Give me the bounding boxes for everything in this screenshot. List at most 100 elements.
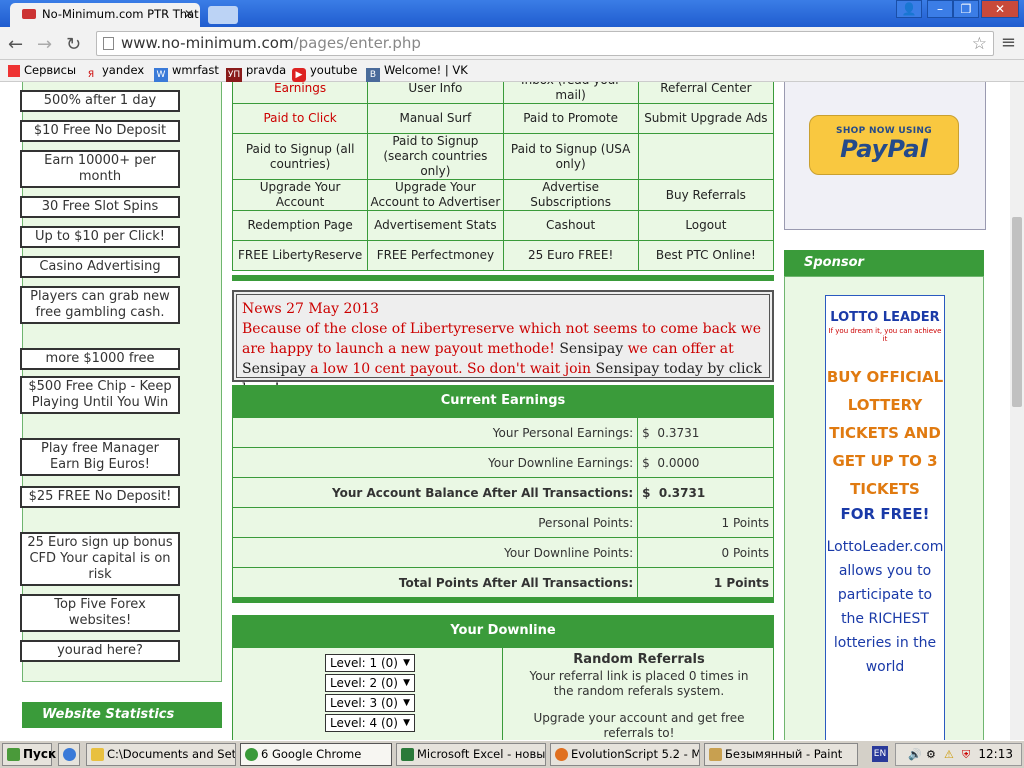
language-indicator[interactable]: EN — [872, 746, 888, 762]
divider — [232, 275, 774, 281]
earnings-label: Your Downline Points: — [231, 537, 639, 568]
menu-logout[interactable]: Logout — [637, 210, 775, 241]
sidebar-ad[interactable]: $25 FREE No Deposit! — [20, 486, 180, 508]
bookmark-services[interactable]: Сервисы — [8, 63, 76, 77]
menu-submit-upgrade-ads[interactable]: Submit Upgrade Ads — [637, 103, 775, 134]
speaker-icon[interactable]: 🔊 — [908, 744, 922, 765]
paint-icon — [709, 748, 722, 761]
close-tab-icon[interactable]: ✕ — [184, 3, 194, 25]
level-select[interactable]: Level: 2 (0) ▼ — [325, 674, 415, 692]
menu-redemption-page[interactable]: Redemption Page — [231, 210, 369, 241]
start-label: Пуск — [23, 747, 57, 761]
lotto-buy-text: BUY OFFICIAL LOTTERY TICKETS AND GET UP … — [826, 368, 944, 498]
scroll-thumb[interactable] — [1012, 217, 1022, 407]
random-referrals-title: Random Referrals — [573, 652, 705, 667]
bookmark-pravda[interactable]: УП pravda — [226, 63, 286, 82]
url-input[interactable]: www.no-minimum.com/pages/enter.php ☆ — [96, 31, 994, 56]
reload-icon[interactable]: ↻ — [66, 34, 81, 55]
new-tab-button[interactable] — [208, 6, 238, 24]
taskbar-item-firefox[interactable]: EvolutionScript 5.2 - M... — [550, 743, 700, 766]
back-icon[interactable]: ← — [8, 34, 23, 55]
bookmark-star-icon[interactable]: ☆ — [972, 33, 987, 56]
ie-quicklaunch[interactable] — [58, 743, 80, 766]
sidebar-ad[interactable]: Casino Advertising — [20, 256, 180, 278]
browser-tab[interactable]: No-Minimum.com PTR That P ✕ — [10, 3, 200, 27]
close-window-icon[interactable]: ✕ — [981, 0, 1019, 18]
menu-paid-to-click[interactable]: Paid to Click — [231, 103, 369, 134]
vertical-scrollbar[interactable] — [1010, 82, 1024, 740]
taskbar-label: 6 Google Chrome — [261, 747, 362, 761]
divider — [232, 597, 774, 603]
network-icon[interactable]: ⚙ — [926, 744, 936, 765]
paypal-banner[interactable]: SHOP NOW USING PayPal — [809, 115, 959, 175]
menu-upgrade-advertiser[interactable]: Upgrade Your Account to Advertiser — [367, 179, 504, 211]
level-select[interactable]: Level: 3 (0) ▼ — [325, 694, 415, 712]
sidebar-ad[interactable]: Players can grab new free gambling cash. — [20, 286, 180, 324]
address-toolbar: ← → ↻ www.no-minimum.com/pages/enter.php… — [0, 27, 1024, 60]
menu-earnings[interactable]: Earnings — [231, 82, 369, 104]
sidebar-ad[interactable]: $10 Free No Deposit — [20, 120, 180, 142]
bookmark-yandex[interactable]: Яyandex — [84, 63, 144, 82]
menu-buy-referrals[interactable]: Buy Referrals — [637, 179, 775, 211]
sidebar-ad[interactable]: 30 Free Slot Spins — [20, 196, 180, 218]
level-select[interactable]: Level: 4 (0) ▼ — [325, 714, 415, 732]
sidebar-ad[interactable]: $500 Free Chip - Keep Playing Until You … — [20, 376, 180, 414]
taskbar-label: C:\Documents and Sett... — [107, 747, 236, 761]
menu-best-ptc[interactable]: Best PTC Online! — [637, 240, 775, 271]
sensipay-link[interactable]: Sensipay — [559, 341, 623, 357]
menu-paid-to-signup-usa[interactable]: Paid to Signup (USA only) — [502, 133, 639, 180]
forward-icon[interactable]: → — [37, 34, 52, 55]
taskbar-item-paint[interactable]: Безымянный - Paint — [704, 743, 858, 766]
menu-advertisement-stats[interactable]: Advertisement Stats — [367, 210, 504, 241]
start-button[interactable]: Пуск — [2, 743, 56, 766]
bookmark-label: Сервисы — [24, 63, 77, 77]
menu-free-perfectmoney[interactable]: FREE Perfectmoney — [367, 240, 504, 271]
earnings-label: Your Downline Earnings: — [231, 447, 639, 478]
menu-free-libertyreserve[interactable]: FREE LibertyReserve — [231, 240, 369, 271]
bookmark-youtube[interactable]: ▶ youtube — [292, 63, 357, 82]
warning-icon[interactable]: ⚠ — [944, 744, 954, 765]
sidebar-ad[interactable]: Top Five Forex websites! — [20, 594, 180, 632]
downline-panel: Level: 1 (0) ▼ Level: 2 (0) ▼ Level: 3 (0)… — [232, 647, 774, 740]
earnings-value: $ 0.3731 — [637, 417, 774, 448]
lotto-leader-banner[interactable]: LOTTO LEADER If you dream it, you can ac… — [825, 295, 945, 740]
dropdown-arrow-icon: ▼ — [403, 718, 410, 728]
sidebar-ad[interactable]: more $1000 free — [20, 348, 180, 370]
minimize-icon[interactable]: – — [927, 0, 953, 18]
sidebar-ad[interactable]: Play free Manager Earn Big Euros! — [20, 438, 180, 476]
taskbar-item-explorer[interactable]: C:\Documents and Sett... — [86, 743, 236, 766]
chrome-menu-icon[interactable]: ≡ — [1001, 32, 1016, 53]
excel-icon — [401, 748, 414, 761]
menu-inbox[interactable]: Inbox (read your mail) — [502, 82, 639, 104]
sidebar-ad[interactable]: Earn 10000+ per month — [20, 150, 180, 188]
earnings-value: $ 0.0000 — [637, 447, 774, 478]
user-icon[interactable]: 👤 — [896, 0, 922, 18]
clock: 12:13 — [978, 747, 1013, 761]
menu-user-info[interactable]: User Info — [367, 82, 504, 104]
lotto-free-text: FOR FREE! — [840, 505, 930, 523]
sensipay-link[interactable]: Sensipay — [242, 361, 306, 377]
restore-icon[interactable]: ❐ — [953, 0, 979, 18]
taskbar-item-excel[interactable]: Microsoft Excel - новы... — [396, 743, 546, 766]
sidebar-ad[interactable]: 500% after 1 day — [20, 90, 180, 112]
bookmark-vk[interactable]: В Welcome! | VK — [366, 63, 468, 82]
menu-advertise-subscriptions[interactable]: Advertise Subscriptions — [502, 179, 639, 211]
sidebar-ad[interactable]: Up to $10 per Click! — [20, 226, 180, 248]
menu-paid-to-promote[interactable]: Paid to Promote — [502, 103, 639, 134]
menu-25-euro-free[interactable]: 25 Euro FREE! — [502, 240, 639, 271]
earnings-value: 0 Points — [637, 537, 774, 568]
earnings-label: Your Account Balance After All Transacti… — [231, 477, 639, 508]
menu-upgrade-account[interactable]: Upgrade Your Account — [231, 179, 369, 211]
taskbar-item-chrome[interactable]: 6 Google Chrome — [240, 743, 392, 766]
sidebar-ad[interactable]: yourad here? — [20, 640, 180, 662]
level-label: Level: 3 (0) — [330, 696, 398, 710]
menu-referral-center[interactable]: Referral Center — [637, 82, 775, 104]
menu-paid-to-signup-search[interactable]: Paid to Signup (search countries only) — [367, 133, 504, 180]
sidebar-ad[interactable]: 25 Euro sign up bonus CFD Your capital i… — [20, 532, 180, 586]
menu-cashout[interactable]: Cashout — [502, 210, 639, 241]
bookmark-wmrfast[interactable]: Wwmrfast — [154, 63, 219, 82]
menu-paid-to-signup-all[interactable]: Paid to Signup (all countries) — [231, 133, 369, 180]
shield-icon[interactable]: ⛨ — [962, 744, 970, 765]
menu-manual-surf[interactable]: Manual Surf — [367, 103, 504, 134]
level-select[interactable]: Level: 1 (0) ▼ — [325, 654, 415, 672]
